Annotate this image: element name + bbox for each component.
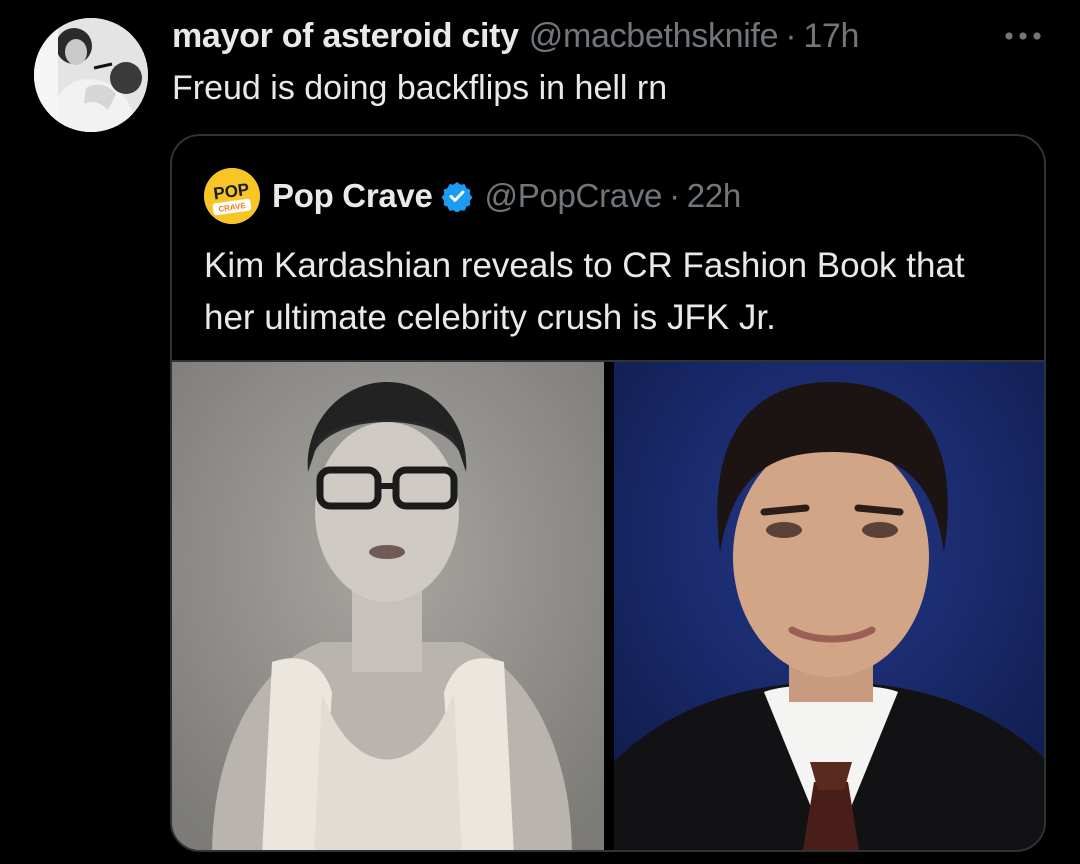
tweet-text: Freud is doing backflips in hell rn	[172, 69, 668, 107]
quote-avatar[interactable]: POP CRAVE	[204, 168, 260, 224]
media-grid	[172, 360, 1044, 850]
woman-glasses-photo-icon	[172, 362, 604, 850]
timestamp[interactable]: 17h	[803, 17, 859, 56]
display-name[interactable]: mayor of asteroid city	[172, 17, 519, 56]
tweet: mayor of asteroid city @macbethsknife · …	[0, 0, 1080, 864]
more-options-icon	[1005, 32, 1041, 40]
user-handle[interactable]: @macbethsknife	[529, 17, 779, 56]
quote-header: Pop Crave @PopCrave · 22h	[272, 172, 741, 220]
man-suit-photo-icon	[614, 362, 1044, 850]
quote-handle[interactable]: @PopCrave	[485, 177, 663, 215]
quote-timestamp[interactable]: 22h	[687, 177, 741, 215]
user-avatar[interactable]	[34, 18, 148, 132]
media-photo-left[interactable]	[172, 362, 604, 850]
pop-crave-logo-icon: POP CRAVE	[204, 168, 260, 224]
media-photo-right[interactable]	[614, 362, 1044, 850]
more-options-button[interactable]	[1000, 22, 1046, 50]
verified-badge-icon	[441, 182, 472, 212]
media-divider	[604, 362, 614, 850]
quote-separator-dot: ·	[669, 177, 680, 214]
user-avatar-photo-icon	[34, 18, 148, 132]
quote-text: Kim Kardashian reveals to CR Fashion Boo…	[204, 246, 965, 337]
quote-tweet-card[interactable]: POP CRAVE Pop Crave @PopCrave · 22h Kim …	[170, 134, 1046, 852]
quote-display-name[interactable]: Pop Crave	[272, 177, 433, 215]
tweet-header: mayor of asteroid city @macbethsknife · …	[172, 12, 859, 60]
separator-dot: ·	[785, 16, 797, 55]
